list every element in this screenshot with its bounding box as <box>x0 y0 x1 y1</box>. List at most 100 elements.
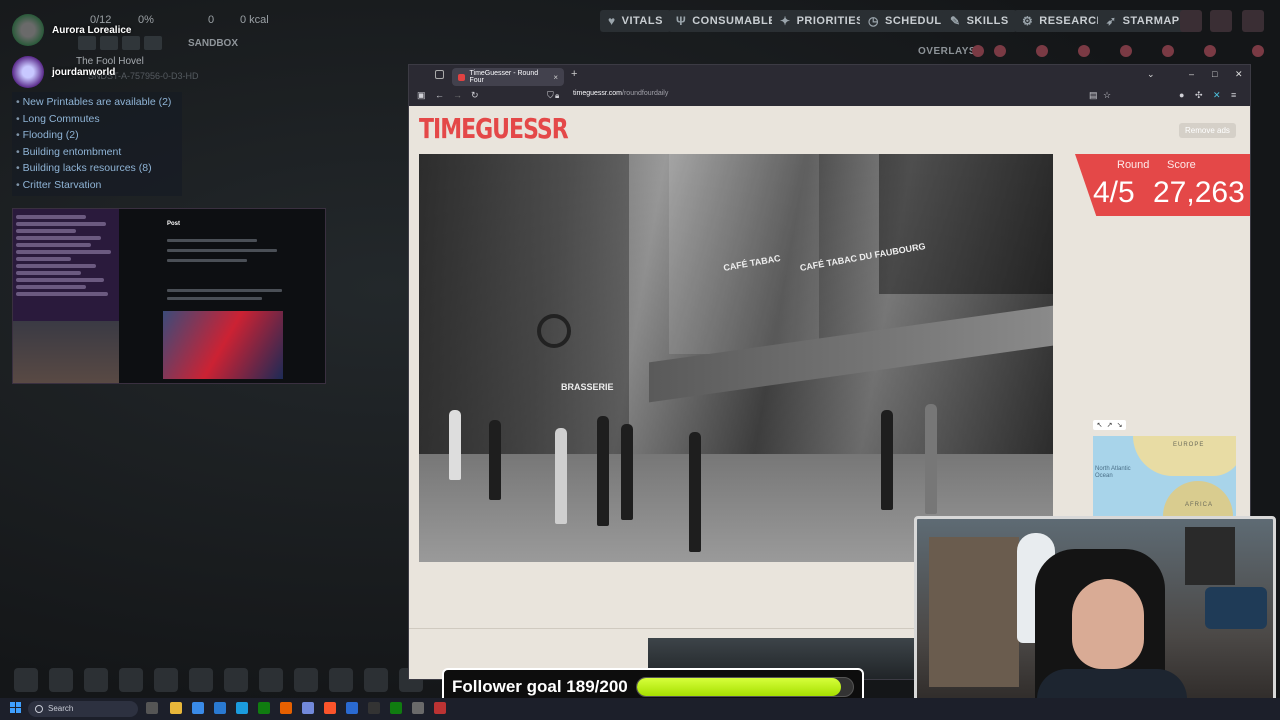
priority-icon: ✦ <box>780 14 791 28</box>
steam-icon[interactable] <box>236 702 248 714</box>
remove-ads-button[interactable]: Remove ads <box>1179 123 1236 138</box>
sandbox-toggle[interactable]: SANDBOX <box>188 38 238 49</box>
guess-map[interactable]: EUROPE AFRICA North Atlantic Ocean <box>1093 436 1236 518</box>
map-expand-icon[interactable]: ↖ <box>1095 421 1104 429</box>
url-bar[interactable]: timeguessr.com/roundfourdaily <box>573 90 668 97</box>
alert-item[interactable]: Building entombment <box>16 144 178 161</box>
discord-icon[interactable] <box>302 702 314 714</box>
reader-view-icon[interactable]: ▤ <box>1089 90 1098 101</box>
build-stations-icon[interactable] <box>329 668 353 692</box>
build-ventilation-icon[interactable] <box>189 668 213 692</box>
alert-item[interactable]: Critter Starvation <box>16 177 178 194</box>
overlay-plumbing-icon[interactable] <box>1162 45 1174 57</box>
priorities-button[interactable]: ✦ PRIORITIES <box>772 10 872 32</box>
sidebar-icon[interactable]: ▣ <box>417 90 426 101</box>
starmap-button[interactable]: ➶ STARMAP <box>1098 10 1188 32</box>
build-plumbing-icon[interactable] <box>154 668 178 692</box>
account-icon[interactable]: ● <box>1179 90 1184 100</box>
forward-icon[interactable]: → <box>453 90 462 100</box>
extensions-icon[interactable]: ✣ <box>1195 90 1203 101</box>
navigation-bar: ▣ ← → ↻ ⛉ 🔒︎ timeguessr.com/roundfourdai… <box>409 87 1250 106</box>
favicon-icon <box>458 73 465 81</box>
tab-overflow-chevron-icon[interactable]: ⌄ <box>1147 69 1155 80</box>
close-button[interactable]: ✕ <box>1235 69 1243 80</box>
new-tab-button[interactable]: + <box>571 68 577 80</box>
tab-title: TimeGuesser - Round Four <box>469 70 539 84</box>
windows-taskbar: Search <box>0 698 1280 720</box>
task-view-icon[interactable] <box>146 702 158 714</box>
overlay-light-icon[interactable] <box>1120 45 1132 57</box>
build-furniture-icon[interactable] <box>294 668 318 692</box>
taskbar-search[interactable]: Search <box>28 701 138 717</box>
minimize-button[interactable]: – <box>1189 69 1194 79</box>
resource-calories: 0 kcal <box>240 14 269 26</box>
avatar <box>12 14 44 46</box>
photo-sign: BRASSERIE <box>561 382 614 392</box>
map-label-ocean: North Atlantic Ocean <box>1095 466 1131 479</box>
xbox-icon[interactable] <box>258 702 270 714</box>
vitals-button[interactable]: ♥ VITALS <box>600 10 671 32</box>
map-pin-icon[interactable]: ↗ <box>1105 421 1114 429</box>
overlay-temperature-icon[interactable] <box>1036 45 1048 57</box>
back-icon[interactable]: ← <box>435 90 444 100</box>
menu-icon[interactable]: ≡ <box>1231 90 1236 100</box>
lock-icon[interactable]: 🔒︎ <box>555 91 559 101</box>
tab-list-icon[interactable] <box>435 70 444 79</box>
overlays-label: OVERLAYS <box>918 46 977 57</box>
research-icon: ⚙ <box>1022 14 1034 28</box>
build-oxygen-icon[interactable] <box>49 668 73 692</box>
overlay-ventilation-icon[interactable] <box>1204 45 1216 57</box>
score-label: Score <box>1167 159 1196 171</box>
overlay-oxygen-icon[interactable] <box>972 45 984 57</box>
build-medicine-icon[interactable] <box>259 668 283 692</box>
build-base-icon[interactable] <box>14 668 38 692</box>
streamer-webcam <box>914 516 1276 718</box>
build-power-icon[interactable] <box>84 668 108 692</box>
report-icon[interactable] <box>1180 10 1202 32</box>
store-icon[interactable] <box>214 702 226 714</box>
firefox-icon[interactable] <box>280 702 292 714</box>
follower-goal-fill <box>636 678 842 696</box>
obs-icon[interactable] <box>434 702 446 714</box>
extension-icon[interactable]: ✕ <box>1213 90 1221 101</box>
build-refining-icon[interactable] <box>224 668 248 692</box>
speed-3-icon[interactable] <box>144 36 162 50</box>
codex-icon[interactable] <box>1210 10 1232 32</box>
overlay-materials-icon[interactable] <box>1078 45 1090 57</box>
overlay-power-icon[interactable] <box>994 45 1006 57</box>
app-icon[interactable] <box>412 702 424 714</box>
file-explorer-icon[interactable] <box>170 702 182 714</box>
alert-item[interactable]: Flooding (2) <box>16 127 178 144</box>
tab-timeguessr[interactable]: TimeGuesser - Round Four × <box>452 68 564 86</box>
settings-gear-icon[interactable] <box>1242 10 1264 32</box>
brave-icon[interactable] <box>324 702 336 714</box>
edge-icon[interactable] <box>192 702 204 714</box>
maximize-button[interactable]: □ <box>1212 69 1217 79</box>
terminal-icon[interactable] <box>368 702 380 714</box>
build-food-icon[interactable] <box>119 668 143 692</box>
timeguessr-logo[interactable]: TIMEGUESSR <box>419 114 569 145</box>
build-utilities-icon[interactable] <box>364 668 388 692</box>
alert-item[interactable]: Building lacks resources (8) <box>16 160 178 177</box>
round-photo[interactable]: CAFÉ TABAC CAFÉ TABAC DU FAUBOURG BRASSE… <box>419 154 1053 562</box>
no-parking-sign <box>537 314 571 348</box>
xbox-app-icon[interactable] <box>390 702 402 714</box>
map-land <box>1163 481 1233 518</box>
skills-button[interactable]: ✎ SKILLS <box>942 10 1017 32</box>
map-toolbar: ↖ ↗ ↘ <box>1093 420 1126 430</box>
tab-close-icon[interactable]: × <box>553 73 558 82</box>
thumbnail-x-window: Post <box>119 209 325 383</box>
bookmark-star-icon[interactable]: ☆ <box>1103 90 1111 101</box>
map-shrink-icon[interactable]: ↘ <box>1115 421 1124 429</box>
alert-item[interactable]: New Printables are available (2) <box>16 94 178 111</box>
chat-viewer: Aurora Lorealice <box>12 14 131 46</box>
alert-item[interactable]: Long Commutes <box>16 111 178 128</box>
webcam-streamer <box>1072 579 1144 669</box>
url-host: timeguessr.com <box>573 90 623 97</box>
avatar <box>12 56 44 88</box>
app-icon[interactable] <box>346 702 358 714</box>
overlay-automation-icon[interactable] <box>1252 45 1264 57</box>
reload-icon[interactable]: ↻ <box>471 90 479 101</box>
shield-icon[interactable]: ⛉ <box>547 90 554 101</box>
windows-start-icon[interactable] <box>10 702 22 714</box>
